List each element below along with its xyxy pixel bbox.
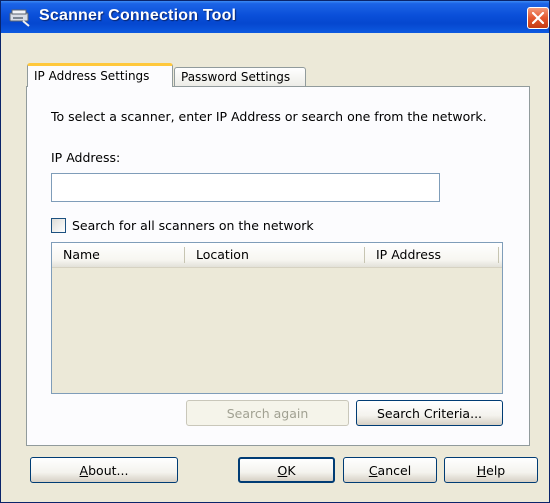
column-divider[interactable] xyxy=(184,247,185,263)
ok-button[interactable]: OK xyxy=(238,457,335,483)
instruction-text: To select a scanner, enter IP Address or… xyxy=(51,109,487,124)
dialog-window: Scanner Connection Tool IP Address Setti… xyxy=(0,0,550,503)
ip-address-label: IP Address: xyxy=(51,150,121,165)
scanner-list-body[interactable] xyxy=(52,268,502,393)
scanner-list[interactable]: Name Location IP Address xyxy=(51,242,503,394)
search-again-button[interactable]: Search again xyxy=(186,400,349,426)
column-divider[interactable] xyxy=(364,247,365,263)
column-location[interactable]: Location xyxy=(196,243,249,267)
column-divider[interactable] xyxy=(498,247,499,263)
title-bar[interactable]: Scanner Connection Tool xyxy=(1,1,549,33)
tab-panel-ip-address: To select a scanner, enter IP Address or… xyxy=(26,86,530,446)
ip-address-input[interactable] xyxy=(51,173,440,202)
column-ip-address[interactable]: IP Address xyxy=(376,243,441,267)
cancel-button[interactable]: Cancel xyxy=(343,457,437,483)
close-icon xyxy=(532,12,544,24)
scanner-list-header: Name Location IP Address xyxy=(52,243,502,268)
help-button[interactable]: Help xyxy=(444,457,538,483)
window-title: Scanner Connection Tool xyxy=(39,7,237,24)
scanner-icon xyxy=(8,7,32,27)
search-criteria-button[interactable]: Search Criteria... xyxy=(356,400,503,426)
close-button[interactable] xyxy=(527,7,549,29)
search-all-label[interactable]: Search for all scanners on the network xyxy=(72,218,314,233)
column-name[interactable]: Name xyxy=(63,243,100,267)
tab-ip-address-settings[interactable]: IP Address Settings xyxy=(27,63,173,87)
about-button[interactable]: About... xyxy=(30,457,178,483)
search-all-checkbox[interactable] xyxy=(51,218,66,233)
tab-password-settings[interactable]: Password Settings xyxy=(174,67,306,87)
